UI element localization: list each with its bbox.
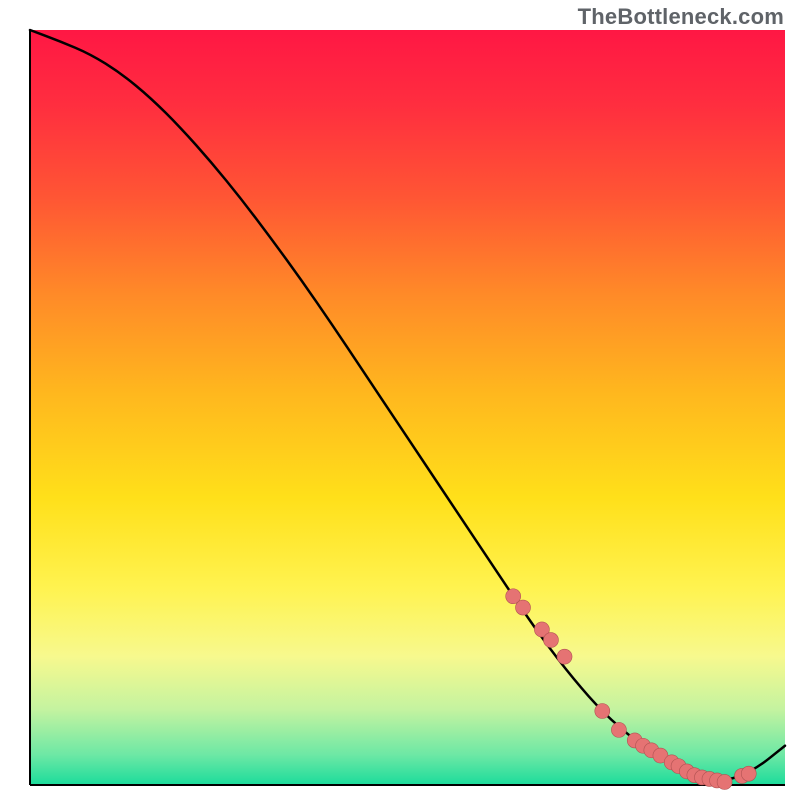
marker-point — [557, 649, 572, 664]
marker-point — [741, 766, 756, 781]
chart-container: TheBottleneck.com — [0, 0, 800, 800]
watermark-label: TheBottleneck.com — [578, 4, 784, 30]
marker-point — [543, 633, 558, 648]
marker-point — [595, 704, 610, 719]
plot-background — [30, 30, 785, 785]
marker-point — [516, 600, 531, 615]
marker-point — [611, 722, 626, 737]
marker-point — [717, 774, 732, 789]
bottleneck-chart — [0, 0, 800, 800]
